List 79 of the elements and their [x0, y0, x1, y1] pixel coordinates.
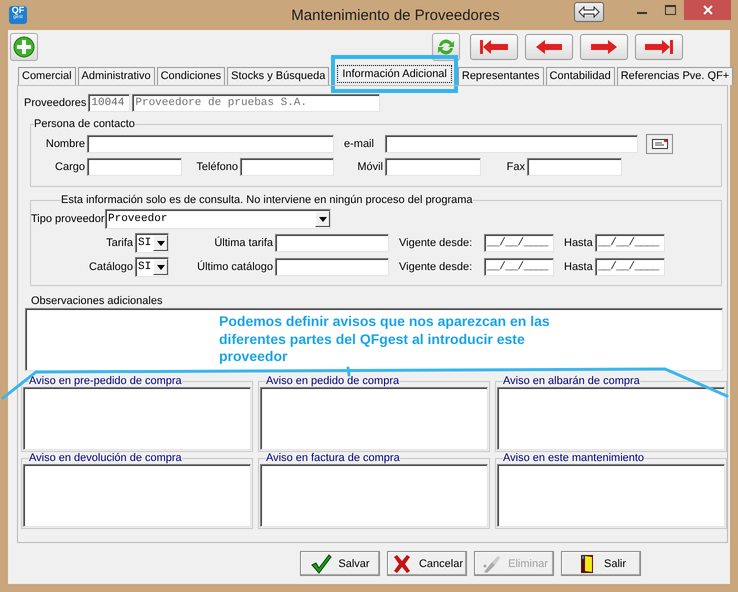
date-field[interactable]: __/__/____: [595, 234, 665, 252]
date-field[interactable]: __/__/____: [484, 258, 554, 276]
date-field[interactable]: __/__/____: [595, 258, 665, 276]
field-label: Tipo proveedor: [31, 213, 105, 225]
text-area[interactable]: [497, 464, 725, 527]
field-label: e-mail: [343, 138, 375, 150]
text-area[interactable]: [260, 387, 488, 450]
field-label: Vigente desde:: [398, 237, 474, 249]
code-field[interactable]: 10044: [88, 94, 130, 112]
tab[interactable]: Referencias Pve. QF+: [616, 67, 734, 85]
first-arrow-icon: [478, 39, 510, 55]
add-button[interactable]: [10, 33, 38, 61]
group-label: Esta información solo es de consulta. No interviene en ningún proceso del programa: [61, 194, 473, 206]
group-label: Aviso en devolución de compra: [29, 452, 182, 464]
dropdown[interactable]: SI: [135, 233, 169, 253]
input-field[interactable]: [527, 158, 622, 176]
input-field[interactable]: [385, 158, 481, 176]
tab[interactable]: Contabilidad: [546, 67, 615, 85]
exit-button[interactable]: Salir: [561, 551, 641, 576]
dropdown[interactable]: SI: [135, 257, 169, 277]
tab[interactable]: Condiciones: [156, 67, 226, 85]
annotation-text: Podemos definir avisos que nos aparezcan en las diferentes partes del QFgest al introducir este proveedor: [219, 313, 551, 366]
resize-button[interactable]: [574, 2, 604, 22]
group-label: Aviso en factura de compra: [266, 452, 400, 464]
tab[interactable]: Comercial: [18, 67, 76, 85]
group-label: Aviso en pedido de compra: [266, 375, 400, 387]
left-arrow-button[interactable]: [470, 34, 518, 60]
field-label: Último catálogo: [196, 261, 274, 273]
close-icon: [702, 5, 712, 15]
envelope-icon: [652, 139, 668, 149]
field-label: Hasta: [563, 237, 594, 249]
text-area[interactable]: [260, 464, 488, 527]
group-label: Aviso en albarán de compra: [503, 375, 640, 387]
field-label: Hasta: [563, 261, 594, 273]
group-label: Aviso en este mantenimiento: [503, 452, 644, 464]
tab[interactable]: Información Adicional: [337, 65, 452, 83]
input-field[interactable]: [385, 135, 638, 153]
field-label: Proveedores: [24, 97, 86, 109]
name-field[interactable]: Proveedore de pruebas S.A.: [132, 94, 380, 112]
input-field[interactable]: [87, 135, 334, 153]
field-label: Observaciones adicionales: [31, 295, 164, 307]
input-field[interactable]: [275, 234, 389, 252]
cancel-button[interactable]: Cancelar: [387, 551, 467, 576]
plus-icon: [13, 36, 35, 58]
field-label: Nombre: [44, 138, 86, 150]
window-title: Mantenimiento de Proveedores: [290, 6, 501, 24]
maximize-icon: [664, 5, 676, 15]
field-label: Móvil: [356, 161, 384, 173]
group-label: Aviso en pre-pedido de compra: [29, 375, 182, 387]
input-field[interactable]: [87, 158, 182, 176]
text-area[interactable]: [25, 308, 723, 371]
date-field[interactable]: __/__/____: [484, 234, 554, 252]
field-label: Fax: [506, 161, 526, 173]
right-arrow-button[interactable]: [580, 34, 628, 60]
save-button[interactable]: Salvar: [300, 551, 380, 576]
minimize-icon: [637, 12, 647, 14]
email-button[interactable]: [646, 134, 673, 154]
field-label: Vigente desde:: [398, 261, 474, 273]
checkmark-icon: [310, 554, 332, 574]
field-label: Teléfono: [195, 161, 239, 173]
tab[interactable]: Stocks y Búsqueda: [227, 67, 330, 85]
field-label: Cargo: [54, 161, 86, 173]
group-label: Persona de contacto: [34, 118, 135, 130]
text-area[interactable]: [23, 387, 251, 450]
left-arrow-button[interactable]: [525, 34, 573, 60]
input-field[interactable]: [240, 158, 334, 176]
field-label: Tarifa: [105, 237, 134, 249]
field-label: Última tarifa: [213, 237, 274, 249]
close-button[interactable]: [684, 0, 731, 20]
right-arrow-button[interactable]: [635, 34, 683, 60]
tab[interactable]: Administrativo: [78, 67, 155, 85]
text-area[interactable]: [497, 387, 725, 450]
tab[interactable]: Representantes: [458, 67, 544, 85]
dropdown[interactable]: Proveedor: [105, 209, 331, 229]
last-arrow-icon: [643, 39, 675, 55]
double-arrow-icon: [578, 6, 600, 18]
input-field[interactable]: [275, 258, 389, 276]
text-area[interactable]: [23, 464, 251, 527]
field-label: Catálogo: [88, 261, 134, 273]
